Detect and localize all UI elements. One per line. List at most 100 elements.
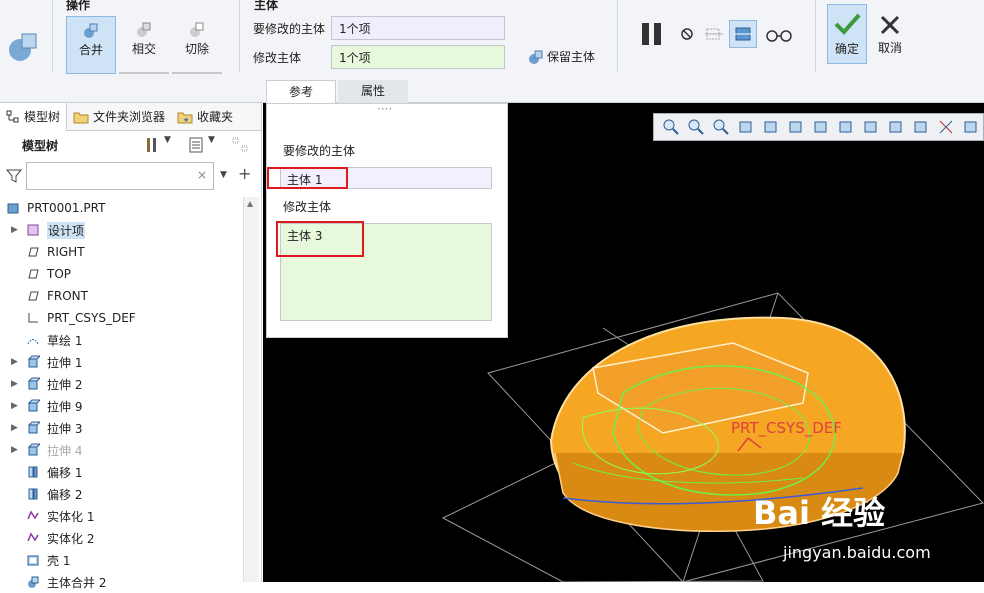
expand-arrow-icon[interactable]: ▶ (11, 379, 18, 389)
section-icon[interactable] (862, 118, 880, 136)
tree-root-label: PRT0001.PRT (27, 201, 106, 215)
spin-center-icon[interactable] (937, 118, 955, 136)
extrude-icon (27, 443, 40, 456)
watermark-brand: Bai 经验 (753, 494, 886, 532)
tree-row-label: 拉伸 9 (47, 399, 83, 414)
tree-row-label: 草绘 1 (47, 333, 83, 348)
filter-dropdown-icon[interactable]: ▼ (220, 170, 227, 180)
filter-icon[interactable] (6, 168, 22, 184)
tree-row[interactable]: ▶ 设计项 (0, 219, 242, 241)
tree-row[interactable]: ▶ 拉伸 1 (0, 351, 242, 373)
tree-row[interactable]: ▶ 拉伸 3 (0, 417, 242, 439)
settings-grid-icon[interactable] (232, 137, 250, 153)
preview-wireframe-icon[interactable] (704, 25, 724, 43)
tree-row[interactable]: 实体化 1 (0, 505, 242, 527)
no-preview-icon[interactable] (680, 27, 694, 41)
offset-icon (28, 488, 38, 500)
zoom-in-icon[interactable] (687, 118, 705, 136)
ok-button[interactable]: 确定 (827, 4, 867, 64)
tree-row[interactable]: 实体化 2 (0, 527, 242, 549)
tree-title: 模型树 (22, 138, 59, 153)
tab-model-tree[interactable]: 模型树 (0, 102, 68, 131)
appearance-icon[interactable] (962, 118, 980, 136)
tree-row-label: FRONT (47, 289, 88, 303)
expand-arrow-icon[interactable]: ▶ (11, 401, 18, 411)
view-manager-icon[interactable] (812, 118, 830, 136)
show-dropdown-icon[interactable]: ▼ (208, 135, 215, 145)
saved-orientations-icon[interactable] (787, 118, 805, 136)
watermark-url: jingyan.baidu.com (783, 543, 931, 562)
tree-row[interactable]: 主体合并 2 (0, 571, 242, 593)
highlight-box-1 (267, 167, 348, 189)
extrude-icon (27, 399, 40, 412)
tree-row[interactable]: 偏移 2 (0, 483, 242, 505)
ribbon: 操作 合并 相交 切除 主体 要修改的主体 1个项 修改主体 1个项 保留主体 … (0, 0, 984, 103)
zoom-out-icon[interactable] (712, 118, 730, 136)
tools-icon[interactable] (144, 137, 160, 153)
tree-row[interactable]: PRT_CSYS_DEF (0, 307, 242, 329)
model-tree-icon (6, 110, 19, 122)
tab-favorites[interactable]: ★ 收藏夹 (171, 103, 239, 131)
shell-icon (27, 555, 39, 566)
datum-plane-icon (28, 291, 39, 301)
tree-row[interactable]: 草绘 1 (0, 329, 242, 351)
tree-list: PRT0001.PRT ▶ 设计项 RIGHT TOP FRONT PRT_CSYS_DEF… (0, 197, 242, 593)
datum-display-icon[interactable] (887, 118, 905, 136)
intersect-label: 相交 (131, 42, 156, 56)
extrude-icon (27, 355, 40, 368)
glasses-icon[interactable] (765, 27, 793, 43)
expand-arrow-icon[interactable]: ▶ (11, 225, 18, 235)
tree-row[interactable]: RIGHT (0, 241, 242, 263)
csys-label: PRT_CSYS_DEF (731, 419, 842, 438)
tree-scrollbar[interactable]: ▲ (243, 197, 259, 582)
datum-plane-icon (28, 247, 39, 257)
subtract-button[interactable]: 切除 (172, 16, 222, 74)
modify-body-field[interactable]: 1个项 (331, 16, 505, 40)
solidify-icon (27, 532, 39, 542)
intersect-button[interactable]: 相交 (119, 16, 169, 74)
tree-row[interactable]: 偏移 1 (0, 461, 242, 483)
tree-row[interactable]: ▶ 拉伸 9 (0, 395, 242, 417)
tree-row-label: 拉伸 3 (47, 421, 83, 436)
left-tabs: 模型树 文件夹浏览器 ★ 收藏夹 (0, 102, 261, 131)
annotation-display-icon[interactable] (912, 118, 930, 136)
tree-root[interactable]: PRT0001.PRT (0, 197, 242, 219)
tree-row[interactable]: ▶ 拉伸 2 (0, 373, 242, 395)
tree-row[interactable]: ▶ 拉伸 4 (0, 439, 242, 461)
sketch-icon (27, 339, 39, 345)
tree-row[interactable]: TOP (0, 263, 242, 285)
design-items-icon (27, 224, 39, 236)
display-style-icon[interactable] (762, 118, 780, 136)
modifying-body-field[interactable]: 1个项 (331, 45, 505, 69)
tree-filter-input[interactable]: × (26, 162, 214, 190)
repaint-icon[interactable] (737, 118, 755, 136)
expand-arrow-icon[interactable]: ▶ (11, 445, 18, 455)
pause-icon[interactable] (640, 22, 664, 46)
tools-dropdown-icon[interactable]: ▼ (164, 135, 171, 145)
tab-folder-browser[interactable]: 文件夹浏览器 (67, 103, 171, 131)
tree-row[interactable]: 壳 1 (0, 549, 242, 571)
show-icon[interactable] (188, 137, 204, 153)
preview-toggle[interactable] (729, 20, 757, 48)
merge-button[interactable]: 合并 (66, 16, 116, 74)
part-icon (7, 203, 19, 214)
cancel-button[interactable]: 取消 (870, 4, 910, 64)
refit-icon[interactable] (662, 118, 680, 136)
ref-modifying-body-label: 修改主体 (283, 200, 332, 214)
clear-filter-icon[interactable]: × (197, 168, 207, 182)
panel-grip-icon[interactable]: ···· (377, 102, 392, 116)
expand-arrow-icon[interactable]: ▶ (11, 423, 18, 433)
tree-row[interactable]: FRONT (0, 285, 242, 307)
perspective-icon[interactable] (837, 118, 855, 136)
subtract-label: 切除 (184, 42, 209, 56)
keep-body-button[interactable]: 保留主体 (528, 48, 595, 65)
boolean-tool-icon (9, 33, 37, 61)
expand-arrow-icon[interactable]: ▶ (11, 357, 18, 367)
tab-properties[interactable]: 属性 (338, 80, 408, 103)
scroll-up-icon[interactable]: ▲ (247, 199, 253, 208)
merge-icon (84, 23, 98, 38)
add-filter-icon[interactable]: + (238, 164, 251, 183)
tab-references[interactable]: 参考 (266, 80, 336, 103)
modifying-body-label: 修改主体 (253, 51, 302, 65)
tree-row-label: 实体化 2 (47, 531, 95, 546)
